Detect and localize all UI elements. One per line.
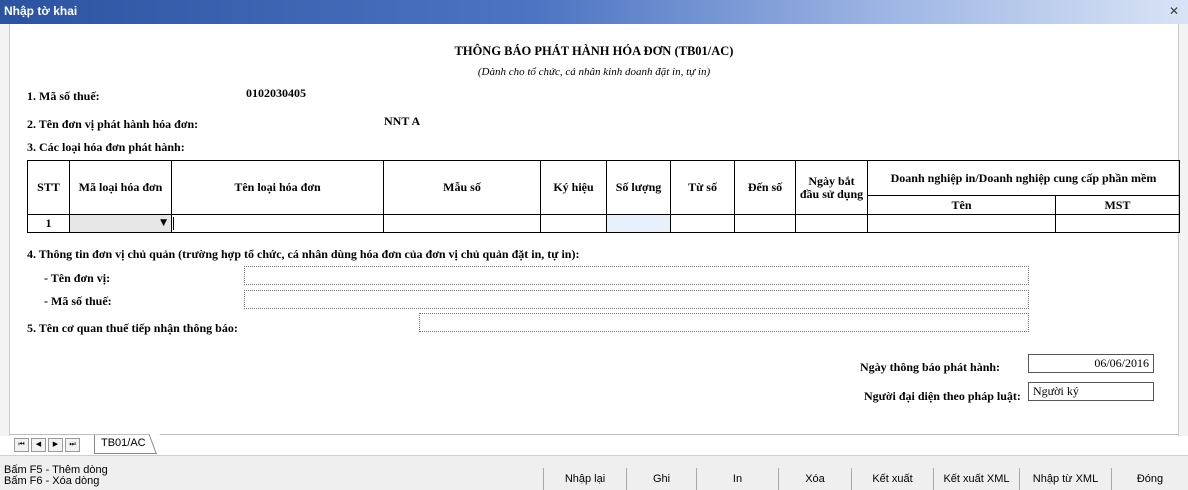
prev-sheet-icon[interactable]: ◀ [31, 438, 46, 452]
reset-button[interactable]: Nhập lại [543, 468, 627, 490]
tab-tb01-ac[interactable]: TB01/AC [94, 435, 157, 454]
start-date-cell[interactable] [795, 214, 868, 233]
col-printer-tax: MST [1055, 195, 1180, 215]
invoice-types-label: 3. Các loại hóa đơn phát hành: [27, 140, 185, 154]
import-xml-button[interactable]: Nhập từ XML [1020, 468, 1112, 490]
row-stt: 1 [27, 214, 70, 233]
sheet-tab-bar: ⏮ ◀ ▶ ⏭ TB01/AC [10, 434, 1178, 454]
delete-button[interactable]: Xóa [779, 468, 852, 490]
status-bar: Bấm F5 - Thêm dòng Bấm F6 - Xóa dòng Nhậ… [0, 455, 1188, 490]
tax-code-label: 1. Mã số thuế: [27, 89, 100, 103]
tax-office-label: 5. Tên cơ quan thuế tiếp nhận thông báo: [27, 321, 238, 335]
notice-date-field[interactable]: 06/06/2016 [1028, 354, 1154, 373]
col-quantity: Số lượng [606, 160, 671, 215]
from-cell[interactable] [670, 214, 735, 233]
col-template: Mẫu số [383, 160, 541, 215]
hint-delete-row: Bấm F6 - Xóa dòng [4, 475, 100, 487]
name-cell[interactable] [171, 214, 384, 233]
unit-tax-field[interactable] [244, 290, 1029, 309]
col-to: Đến số [734, 160, 796, 215]
invoice-table: STT Mã loại hóa đơn Tên loại hóa đơn Mẫu… [27, 160, 1180, 233]
form-subtitle: (Dành cho tổ chức, cá nhân kinh doanh đặ… [477, 66, 711, 78]
col-symbol: Ký hiệu [540, 160, 607, 215]
symbol-cell[interactable] [540, 214, 607, 233]
col-code: Mã loại hóa đơn [69, 160, 172, 215]
col-name: Tên loại hóa đơn [171, 160, 384, 215]
quantity-cell[interactable] [606, 214, 671, 233]
export-xml-button[interactable]: Kết xuất XML [934, 468, 1020, 490]
window-title: Nhập tờ khai [0, 0, 1188, 24]
to-cell[interactable] [734, 214, 796, 233]
col-printer-name: Tên [867, 195, 1056, 215]
table-row: 1 ▼ [27, 214, 1180, 233]
code-dropdown[interactable]: ▼ [69, 214, 172, 233]
first-sheet-icon[interactable]: ⏮ [14, 438, 29, 452]
last-sheet-icon[interactable]: ⏭ [65, 438, 80, 452]
col-printer-group: Doanh nghiệp in/Doanh nghiệp cung cấp ph… [867, 160, 1180, 196]
save-button[interactable]: Ghi [627, 468, 697, 490]
col-start-date: Ngày bắt đầu sử dụng [795, 160, 868, 215]
tax-code-value: 0102030405 [246, 86, 306, 100]
unit-name-field[interactable] [244, 266, 1029, 285]
frame-left [0, 24, 10, 436]
next-sheet-icon[interactable]: ▶ [48, 438, 63, 452]
template-cell[interactable] [383, 214, 541, 233]
unit-name-label: - Tên đơn vị: [44, 271, 111, 285]
issuer-label: 2. Tên đơn vị phát hành hóa đơn: [27, 117, 199, 131]
print-button[interactable]: In [697, 468, 779, 490]
close-icon[interactable]: ✕ [1166, 4, 1182, 19]
chevron-down-icon[interactable]: ▼ [160, 218, 167, 228]
printer-tax-cell[interactable] [1055, 214, 1180, 233]
tax-office-field[interactable] [419, 313, 1029, 332]
text-caret [173, 217, 174, 230]
representative-field[interactable]: Người ký [1028, 382, 1154, 401]
representative-label: Người đại diện theo pháp luật: [864, 389, 1021, 403]
close-button[interactable]: Đóng [1112, 468, 1188, 490]
section4-label: 4. Thông tin đơn vị chủ quản (trường hợp… [27, 247, 580, 261]
issuer-value: NNT A [384, 114, 421, 128]
unit-tax-label: - Mã số thuế: [44, 294, 112, 308]
col-stt: STT [27, 160, 70, 215]
notice-date-label: Ngày thông báo phát hành: [860, 360, 1001, 374]
export-button[interactable]: Kết xuất [852, 468, 934, 490]
col-from: Từ số [670, 160, 735, 215]
form-title: THÔNG BÁO PHÁT HÀNH HÓA ĐƠN (TB01/AC) [454, 44, 734, 58]
printer-name-cell[interactable] [867, 214, 1056, 233]
